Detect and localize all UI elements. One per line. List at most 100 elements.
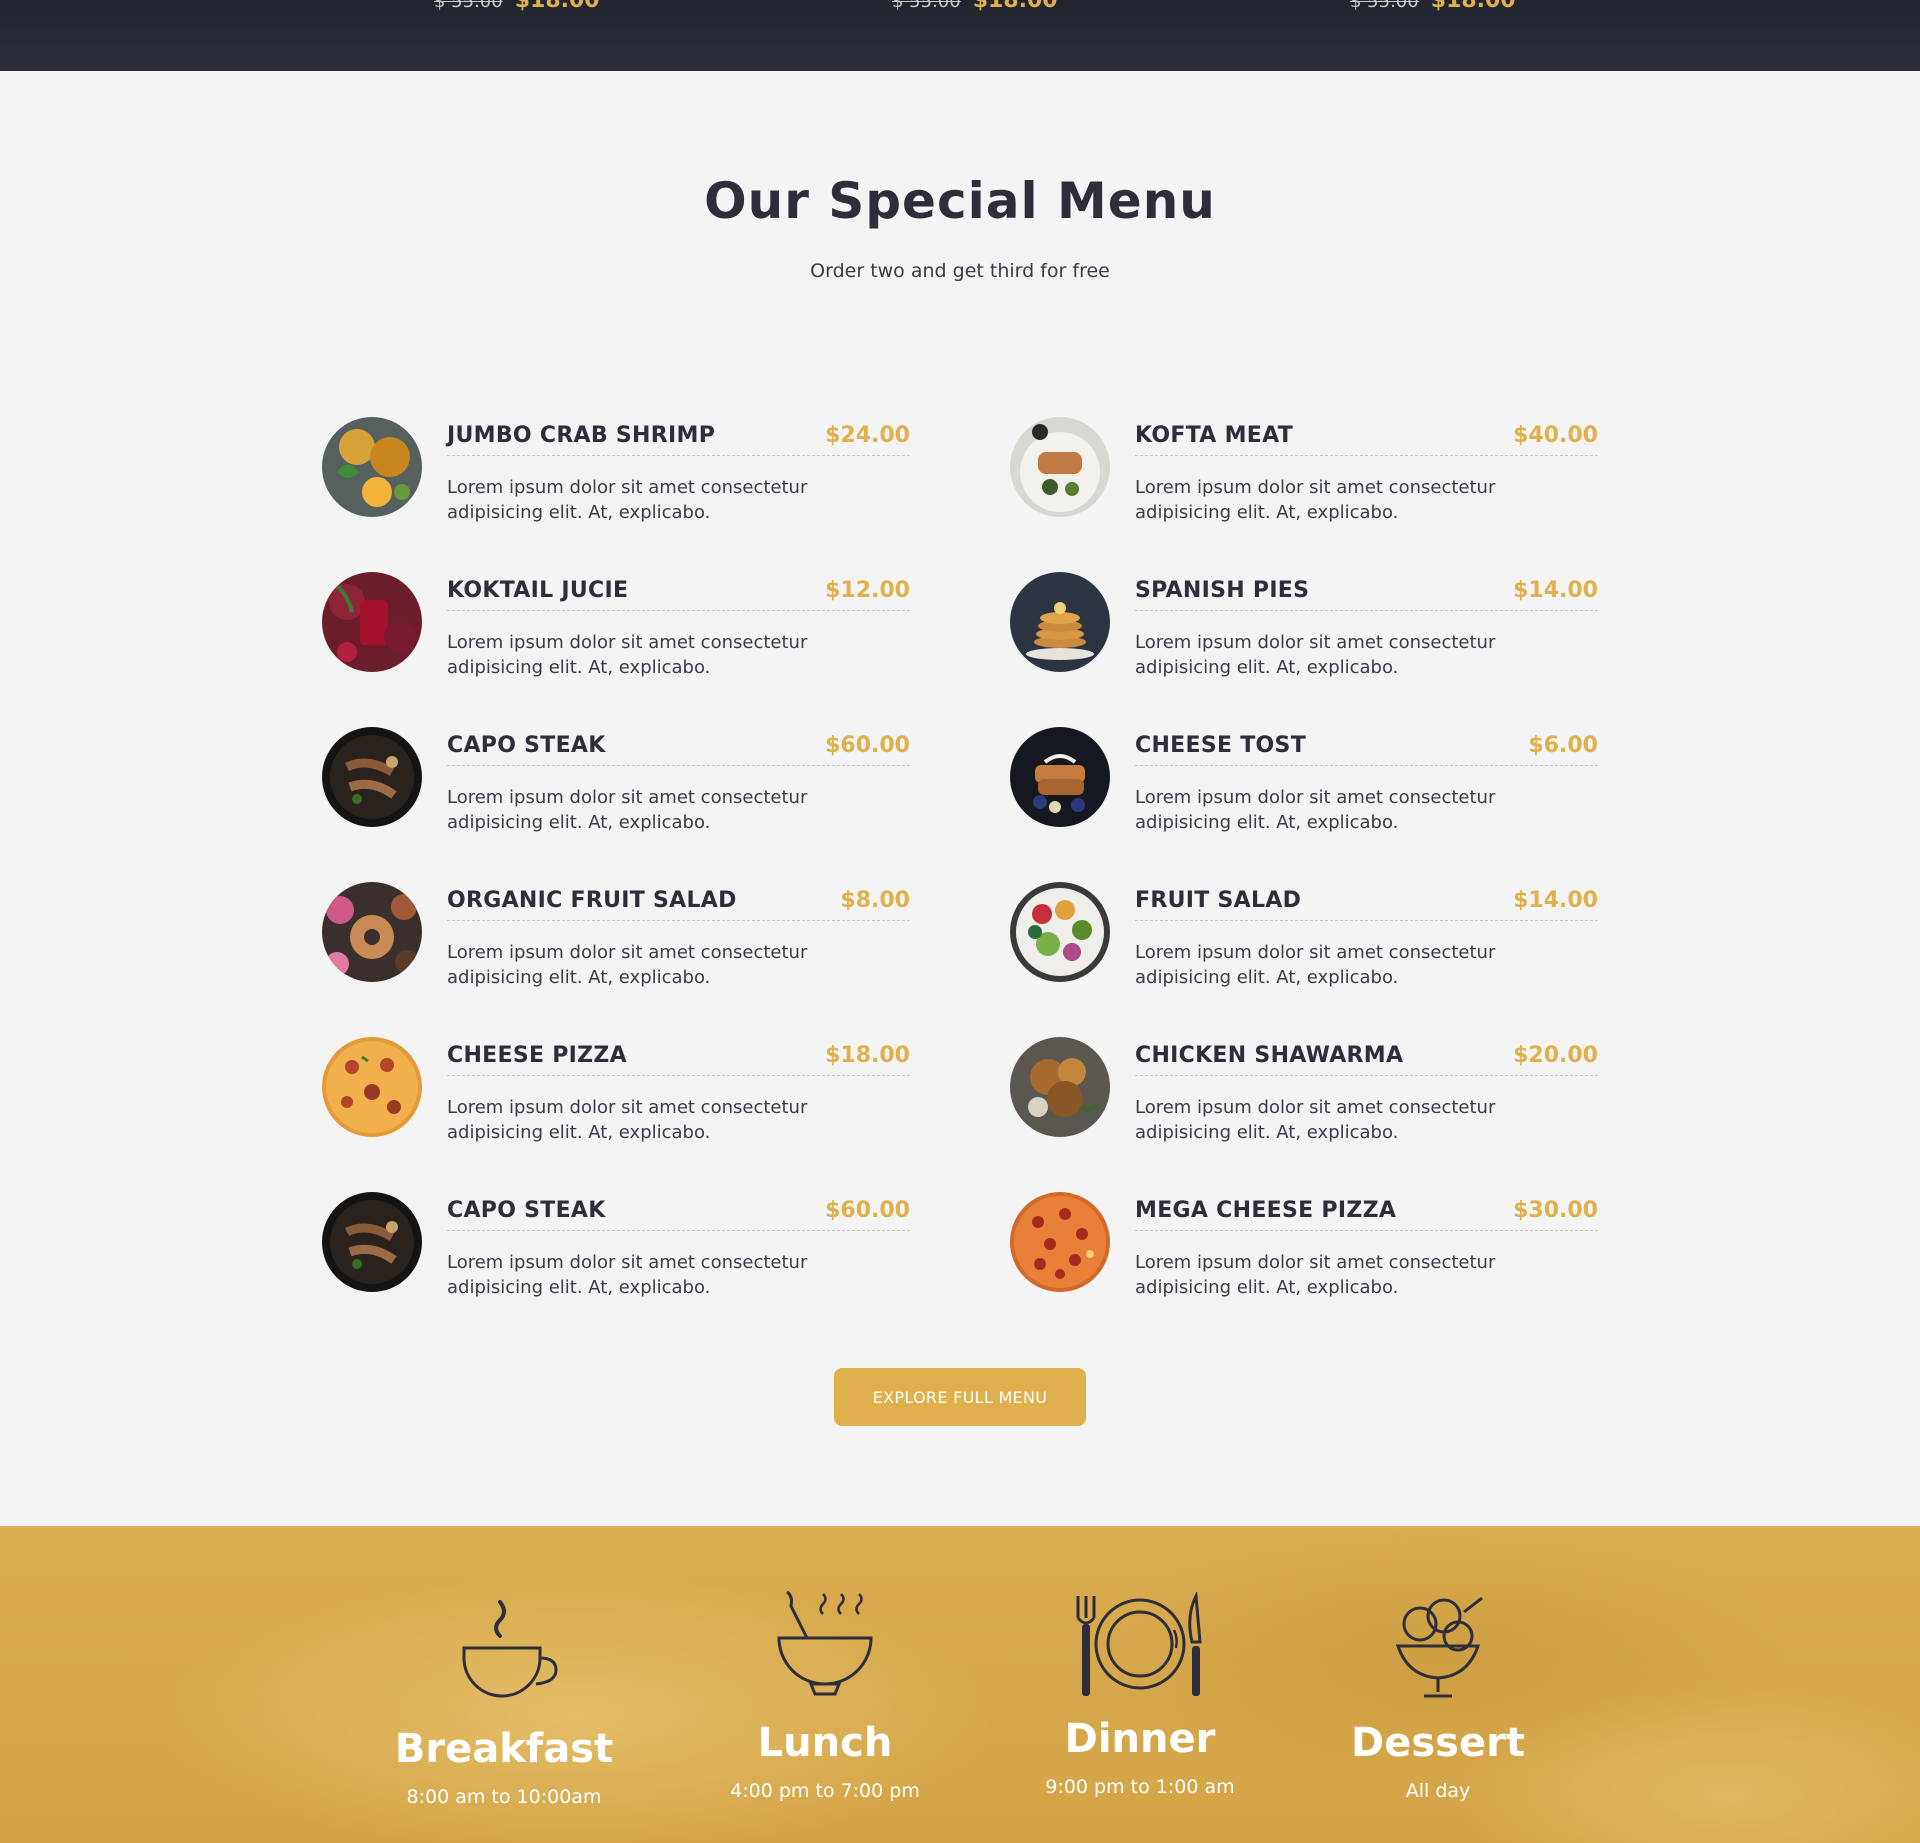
menu-item[interactable]: MEGA CHEESE PIZZA $30.00 Lorem ipsum dol…	[1010, 1192, 1598, 1312]
menu-item[interactable]: CHEESE PIZZA $18.00 Lorem ipsum dolor si…	[322, 1037, 910, 1157]
explore-full-menu-button[interactable]: EXPLORE FULL MENU	[834, 1368, 1086, 1426]
food-image	[322, 417, 422, 517]
ice-cream-icon	[1395, 1596, 1483, 1698]
divider	[447, 610, 910, 611]
item-description: Lorem ipsum dolor sit amet consectetur a…	[447, 477, 808, 523]
menu-item[interactable]: ORGANIC FRUIT SALAD $8.00 Lorem ipsum do…	[322, 882, 910, 1002]
item-name: CHEESE TOST	[1135, 733, 1307, 758]
meal-title: Breakfast	[394, 1726, 614, 1772]
divider	[1135, 920, 1598, 921]
item-price: $8.00	[840, 888, 910, 913]
promo-price-1: $ 55.00 $18.00	[434, 0, 600, 13]
meal-time: 9:00 pm to 1:00 am	[1045, 1776, 1235, 1798]
item-name: CHICKEN SHAWARMA	[1135, 1043, 1404, 1068]
coffee-cup-icon	[462, 1600, 558, 1698]
meal-title: Dinner	[1064, 1716, 1216, 1762]
item-name: CAPO STEAK	[447, 1198, 606, 1223]
item-description: Lorem ipsum dolor sit amet consectetur a…	[447, 942, 808, 988]
item-description: Lorem ipsum dolor sit amet consectetur a…	[1135, 787, 1496, 833]
food-image	[322, 882, 422, 982]
section-subtitle: Order two and get third for free	[810, 260, 1110, 282]
soup-bowl-icon	[777, 1590, 873, 1696]
item-description: Lorem ipsum dolor sit amet consectetur a…	[1135, 477, 1496, 523]
item-price: $14.00	[1513, 888, 1598, 913]
old-price: $ 55.00	[892, 0, 961, 12]
item-description: Lorem ipsum dolor sit amet consectetur a…	[1135, 1097, 1496, 1143]
item-description: Lorem ipsum dolor sit amet consectetur a…	[1135, 1252, 1496, 1298]
item-price: $60.00	[825, 1198, 910, 1223]
old-price: $ 55.00	[434, 0, 503, 12]
menu-item[interactable]: KOKTAIL JUCIE $12.00 Lorem ipsum dolor s…	[322, 572, 910, 692]
menu-item[interactable]: SPANISH PIES $14.00 Lorem ipsum dolor si…	[1010, 572, 1598, 692]
menu-item[interactable]: KOFTA MEAT $40.00 Lorem ipsum dolor sit …	[1010, 417, 1598, 537]
divider	[447, 1230, 910, 1231]
item-name: CAPO STEAK	[447, 733, 606, 758]
item-price: $14.00	[1513, 578, 1598, 603]
menu-item[interactable]: FRUIT SALAD $14.00 Lorem ipsum dolor sit…	[1010, 882, 1598, 1002]
meal-title: Dessert	[1351, 1720, 1525, 1766]
meal-title: Lunch	[757, 1720, 893, 1766]
food-image	[1010, 1192, 1110, 1292]
item-description: Lorem ipsum dolor sit amet consectetur a…	[1135, 942, 1496, 988]
meal-times-band: Breakfast 8:00 am to 10:00am Lunch 4:00 …	[0, 1526, 1920, 1843]
divider	[447, 920, 910, 921]
meal-dinner: Dinner 9:00 pm to 1:00 am	[1020, 1592, 1260, 1798]
new-price: $18.00	[972, 0, 1058, 13]
item-name: FRUIT SALAD	[1135, 888, 1302, 913]
promo-price-2: $ 55.00 $18.00	[892, 0, 1058, 13]
item-description: Lorem ipsum dolor sit amet consectetur a…	[447, 787, 808, 833]
item-description: Lorem ipsum dolor sit amet consectetur a…	[1135, 632, 1496, 678]
divider	[1135, 610, 1598, 611]
divider	[1135, 1230, 1598, 1231]
item-price: $24.00	[825, 423, 910, 448]
item-name: JUMBO CRAB SHRIMP	[447, 423, 716, 448]
food-image	[322, 1037, 422, 1137]
divider	[447, 1075, 910, 1076]
food-image	[322, 1192, 422, 1292]
item-price: $12.00	[825, 578, 910, 603]
divider	[1135, 455, 1598, 456]
food-image	[1010, 882, 1110, 982]
meal-time: All day	[1405, 1780, 1471, 1802]
divider	[447, 765, 910, 766]
food-image	[1010, 417, 1110, 517]
food-image	[1010, 727, 1110, 827]
food-image	[1010, 1037, 1110, 1137]
old-price: $ 55.00	[1350, 0, 1419, 12]
menu-item[interactable]: CAPO STEAK $60.00 Lorem ipsum dolor sit …	[322, 727, 910, 847]
new-price: $18.00	[514, 0, 600, 13]
meal-lunch: Lunch 4:00 pm to 7:00 pm	[710, 1588, 940, 1802]
meal-time: 4:00 pm to 7:00 pm	[730, 1780, 920, 1802]
item-price: $20.00	[1513, 1043, 1598, 1068]
plate-cutlery-icon	[1076, 1592, 1202, 1696]
menu-item[interactable]: CAPO STEAK $60.00 Lorem ipsum dolor sit …	[322, 1192, 910, 1312]
item-price: $40.00	[1513, 423, 1598, 448]
item-name: SPANISH PIES	[1135, 578, 1310, 603]
divider	[1135, 765, 1598, 766]
item-description: Lorem ipsum dolor sit amet consectetur a…	[447, 1252, 808, 1298]
item-price: $60.00	[825, 733, 910, 758]
divider	[447, 455, 910, 456]
section-title: Our Special Menu	[704, 172, 1216, 230]
item-description: Lorem ipsum dolor sit amet consectetur a…	[447, 1097, 808, 1143]
divider	[1135, 1075, 1598, 1076]
item-name: MEGA CHEESE PIZZA	[1135, 1198, 1397, 1223]
meal-breakfast: Breakfast 8:00 am to 10:00am	[380, 1588, 628, 1808]
menu-item[interactable]: CHICKEN SHAWARMA $20.00 Lorem ipsum dolo…	[1010, 1037, 1598, 1157]
meal-time: 8:00 am to 10:00am	[406, 1786, 602, 1808]
food-image	[1010, 572, 1110, 672]
item-price: $18.00	[825, 1043, 910, 1068]
item-price: $6.00	[1528, 733, 1598, 758]
item-name: KOKTAIL JUCIE	[447, 578, 629, 603]
new-price: $18.00	[1430, 0, 1516, 13]
item-name: KOFTA MEAT	[1135, 423, 1294, 448]
menu-item[interactable]: CHEESE TOST $6.00 Lorem ipsum dolor sit …	[1010, 727, 1598, 847]
menu-item[interactable]: JUMBO CRAB SHRIMP $24.00 Lorem ipsum dol…	[322, 417, 910, 537]
food-image	[322, 727, 422, 827]
item-description: Lorem ipsum dolor sit amet consectetur a…	[447, 632, 808, 678]
item-name: CHEESE PIZZA	[447, 1043, 627, 1068]
item-price: $30.00	[1513, 1198, 1598, 1223]
top-promo-strip: $ 55.00 $18.00 $ 55.00 $18.00 $ 55.00 $18.0…	[0, 0, 1920, 71]
item-name: ORGANIC FRUIT SALAD	[447, 888, 737, 913]
food-image	[322, 572, 422, 672]
